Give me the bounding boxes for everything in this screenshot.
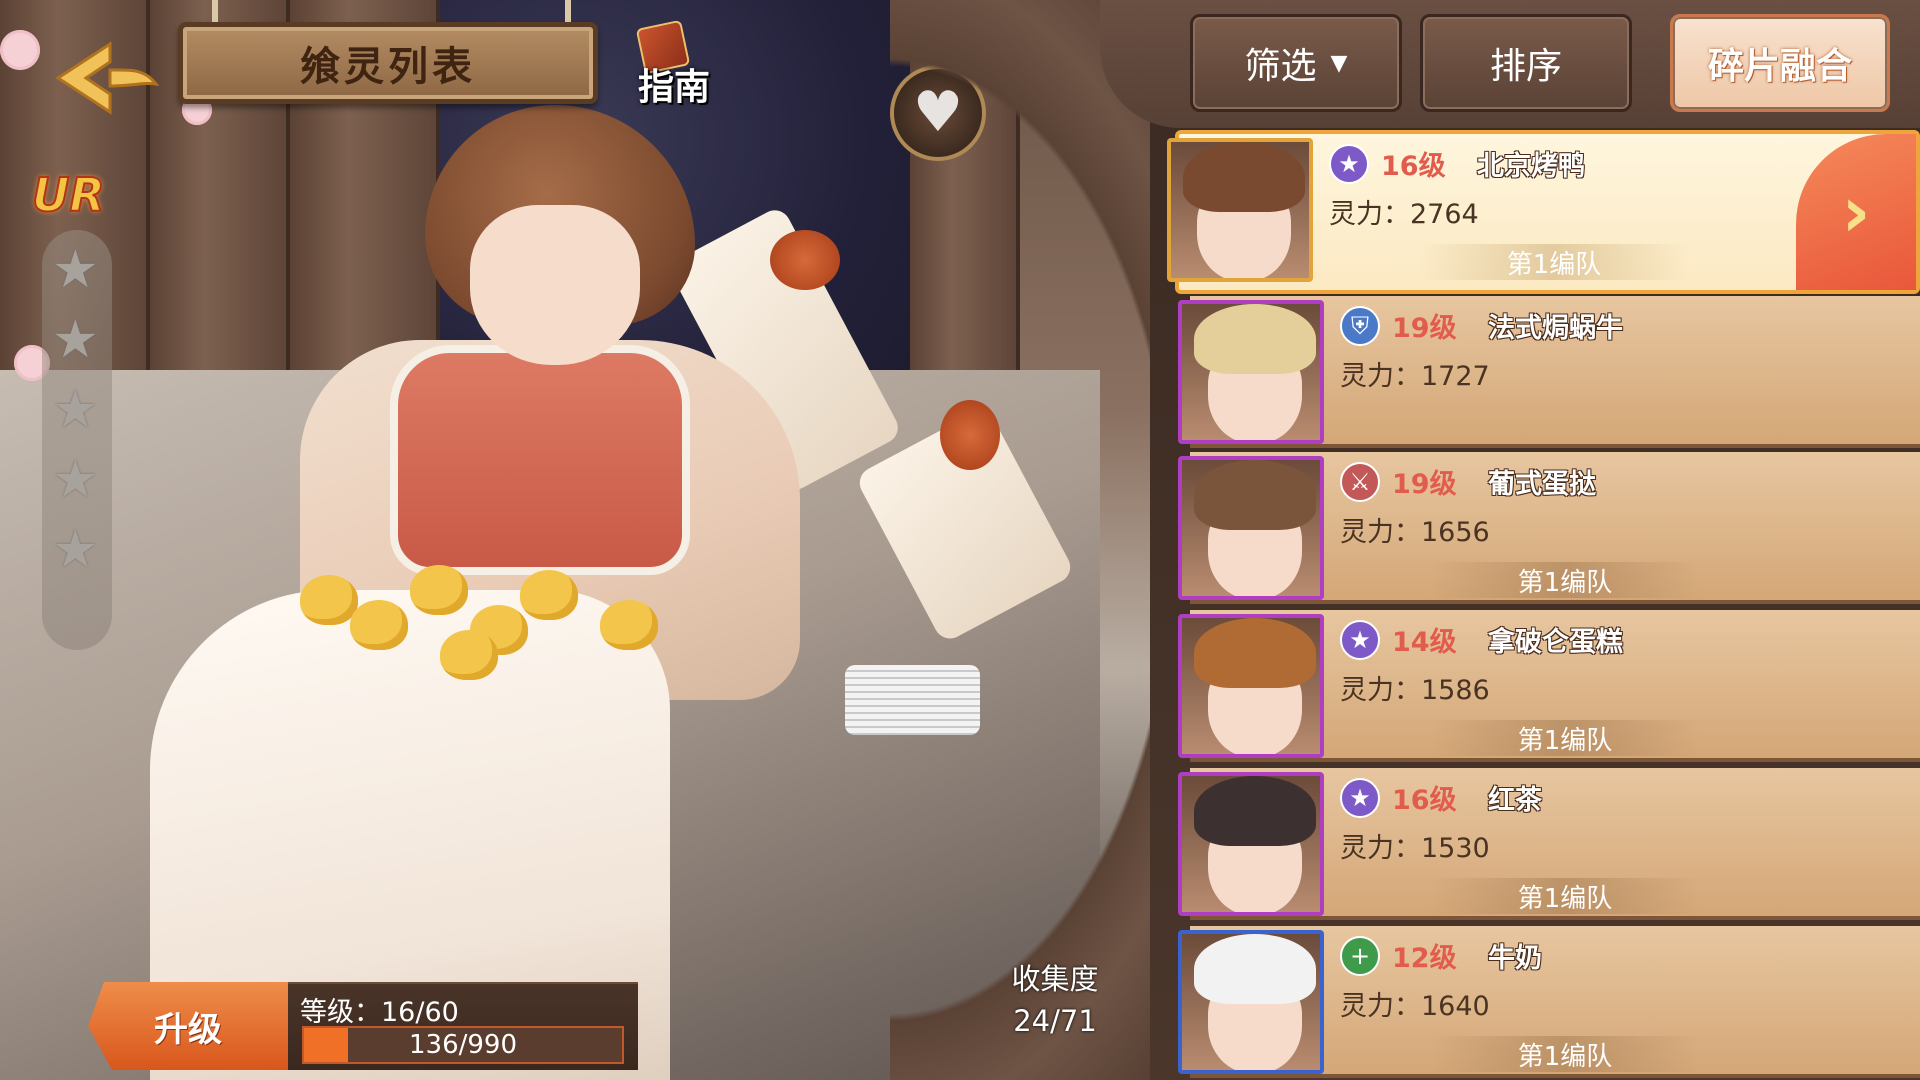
- character-portrait: [1167, 138, 1313, 282]
- list-item[interactable]: ⛨ 19级 法式焗蜗牛灵力：1727: [1178, 296, 1920, 448]
- list-item[interactable]: ★ 14级 拿破仑蛋糕灵力：1586 第1编队: [1178, 610, 1920, 762]
- back-arrow-icon: [55, 41, 160, 115]
- character-vest: [390, 345, 690, 575]
- level-text: 等级：16/60: [300, 997, 459, 1028]
- rarity-badge: UR: [31, 167, 106, 223]
- exp-text: 136/990: [408, 1030, 517, 1060]
- star-icon: ★: [1329, 144, 1369, 184]
- duck-toy: [300, 575, 358, 625]
- power-text: 灵力：2764: [1329, 199, 1479, 230]
- character-name: 牛奶: [1488, 943, 1542, 974]
- star-rating: ★ ★ ★ ★ ★: [42, 230, 112, 650]
- star-icon: ★: [52, 380, 99, 440]
- shield-icon: ⛨: [1340, 306, 1380, 346]
- character-name: 法式焗蜗牛: [1488, 313, 1623, 344]
- toolbar: 筛选 ▼ 排序 碎片融合: [1100, 0, 1920, 128]
- level-panel: 等级：16/60 136/990: [288, 982, 638, 1070]
- duck-toy: [350, 600, 408, 650]
- sort-label: 排序: [1489, 46, 1562, 87]
- character-portrait: [1178, 772, 1324, 916]
- level-text: 12级: [1392, 943, 1457, 974]
- team-label: 第1编队: [1430, 562, 1700, 598]
- character-portrait: [1178, 614, 1324, 758]
- page-title-board: 飨灵列表: [178, 22, 598, 104]
- power-text: 灵力：1727: [1340, 361, 1490, 392]
- back-button[interactable]: [48, 38, 163, 118]
- character-name: 北京烤鸭: [1477, 151, 1585, 182]
- duck-toy: [600, 600, 658, 650]
- level-text: 16级: [1381, 151, 1446, 182]
- character-name: 红茶: [1488, 785, 1542, 816]
- filter-button[interactable]: 筛选 ▼: [1190, 14, 1402, 112]
- collection-progress: 收集度 24/71: [990, 958, 1120, 1042]
- sort-button[interactable]: 排序: [1420, 14, 1632, 112]
- portrait-hair: [1194, 776, 1316, 846]
- power-text: 灵力：1656: [1340, 517, 1490, 548]
- portrait-hair: [1194, 934, 1316, 1004]
- team-label: 第1编队: [1419, 244, 1689, 280]
- upgrade-button[interactable]: 升级: [88, 982, 288, 1070]
- guide-label: 指南: [638, 67, 711, 108]
- guide-button[interactable]: 指南: [632, 19, 722, 112]
- list-item[interactable]: ⚔ 19级 葡式蛋挞灵力：1656 第1编队: [1178, 452, 1920, 604]
- level-text: 16级: [1392, 785, 1457, 816]
- power-text: 灵力：1530: [1340, 833, 1490, 864]
- team-label: 第1编队: [1430, 720, 1700, 756]
- portrait-hair: [1194, 304, 1316, 374]
- list-item[interactable]: +12级 牛奶灵力：1640 第1编队: [1178, 926, 1920, 1078]
- plus-icon: +: [1340, 936, 1380, 976]
- power-text: 灵力：1586: [1340, 675, 1490, 706]
- character-face: [470, 205, 640, 365]
- fragment-fusion-button[interactable]: 碎片融合: [1670, 14, 1890, 112]
- character-portrait: [1178, 930, 1324, 1074]
- star-icon: ★: [52, 240, 99, 300]
- portrait-hair: [1194, 618, 1316, 688]
- chevron-right-icon: ›: [1841, 171, 1871, 253]
- page-title: 飨灵列表: [300, 44, 476, 90]
- power-text: 灵力：1640: [1340, 991, 1490, 1022]
- list-item[interactable]: ★ 16级 红茶灵力：1530 第1编队: [1178, 768, 1920, 920]
- exp-bar: 136/990: [302, 1026, 624, 1064]
- duck-toy: [410, 565, 468, 615]
- duck-toy: [440, 630, 498, 680]
- filter-label: 筛选: [1244, 46, 1317, 87]
- level-text: 19级: [1392, 469, 1457, 500]
- blossom: [0, 30, 40, 70]
- portrait-hair: [1183, 142, 1305, 212]
- star-icon: ★: [1340, 778, 1380, 818]
- duck-meat: [770, 230, 840, 290]
- star-icon: ★: [52, 310, 99, 370]
- portrait-hair: [1194, 460, 1316, 530]
- sword-icon: ⚔: [1340, 462, 1380, 502]
- star-icon: ★: [52, 520, 99, 580]
- fusion-label: 碎片融合: [1707, 46, 1852, 87]
- character-portrait: [1178, 456, 1324, 600]
- level-text: 14级: [1392, 627, 1457, 658]
- duck-toy: [520, 570, 578, 620]
- team-label: 第1编队: [1430, 1036, 1700, 1072]
- detail-arrow-button[interactable]: ›: [1796, 134, 1916, 290]
- character-name: 葡式蛋挞: [1488, 469, 1596, 500]
- dropdown-triangle-icon: ▼: [1330, 50, 1348, 76]
- upgrade-label: 升级: [154, 1009, 222, 1050]
- star-icon: ★: [1340, 620, 1380, 660]
- star-icon: ★: [52, 450, 99, 510]
- collection-value: 24/71: [1013, 1004, 1097, 1038]
- character-name: 拿破仑蛋糕: [1488, 627, 1623, 658]
- collection-label: 收集度: [1011, 962, 1099, 996]
- list-item[interactable]: ★ 16级 北京烤鸭灵力：2764 第1编队 ›: [1167, 130, 1920, 294]
- character-portrait: [1178, 300, 1324, 444]
- team-label: 第1编队: [1430, 878, 1700, 914]
- level-text: 19级: [1392, 313, 1457, 344]
